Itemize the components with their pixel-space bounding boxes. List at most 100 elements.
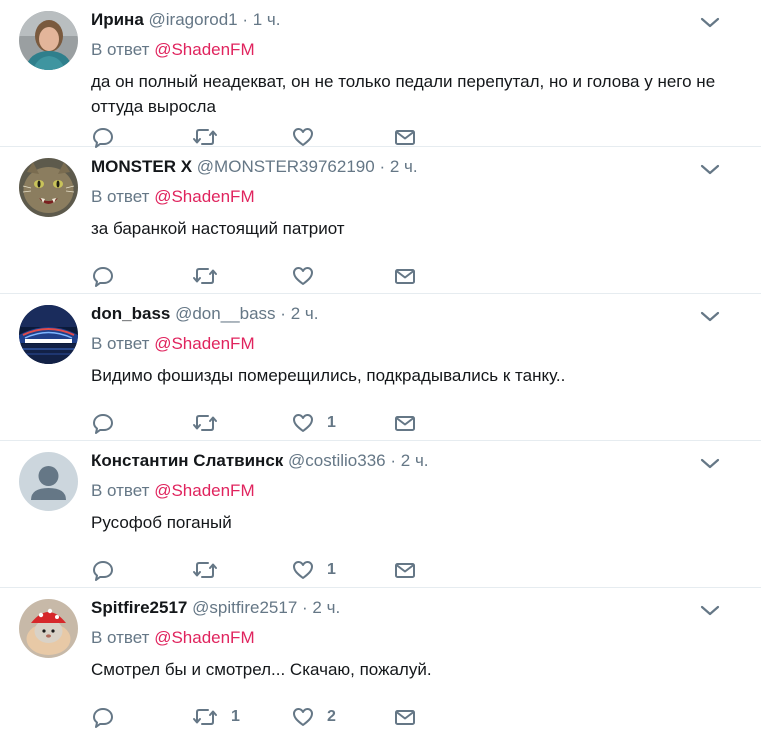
direct-message-button[interactable] [394,412,416,434]
avatar[interactable] [19,599,78,658]
reply-icon [92,559,114,581]
user-handle[interactable]: @MONSTER39762190 [197,157,375,176]
tweet-header: Ирина @iragorod1 · 1 ч. [91,9,281,31]
tweet-actions: 1 2 [92,706,422,728]
timestamp[interactable]: 1 ч. [253,10,281,29]
like-count: 1 [327,414,336,431]
reply-button[interactable] [92,559,114,581]
tweet[interactable]: Spitfire2517 @spitfire2517 · 2 ч. В отве… [0,588,761,735]
user-fullname[interactable]: Константин Слатвинск [91,451,283,470]
tweet-header: Spitfire2517 @spitfire2517 · 2 ч. [91,597,340,619]
reply-context: В ответ @ShadenFM [91,627,255,649]
reply-context: В ответ @ShadenFM [91,39,255,61]
like-button[interactable] [292,126,327,148]
reply-context: В ответ @ShadenFM [91,333,255,355]
envelope-icon [394,412,416,434]
chevron-down-icon[interactable] [699,161,721,179]
timestamp[interactable]: 2 ч. [312,598,340,617]
tweet-actions [92,126,422,148]
user-fullname[interactable]: don_bass [91,304,170,323]
timestamp[interactable]: 2 ч. [390,157,418,176]
tweet-text: за баранкой настоящий патриот [91,219,345,238]
retweet-button[interactable]: 1 [192,706,240,728]
heart-icon [292,412,314,434]
tweet-actions [92,265,422,287]
reply-prefix: В ответ [91,334,150,353]
direct-message-button[interactable] [394,706,416,728]
reply-icon [92,126,114,148]
avatar[interactable] [19,11,78,70]
reply-button[interactable] [92,412,114,434]
tweet[interactable]: Константин Слатвинск @costilio336 · 2 ч.… [0,441,761,588]
envelope-icon [394,706,416,728]
envelope-icon [394,559,416,581]
direct-message-button[interactable] [394,265,416,287]
retweet-icon [192,706,218,728]
direct-message-button[interactable] [394,126,416,148]
tweet-header: Константин Слатвинск @costilio336 · 2 ч. [91,450,429,472]
user-fullname[interactable]: Spitfire2517 [91,598,187,617]
chevron-down-icon[interactable] [699,602,721,620]
user-handle[interactable]: @don__bass [175,304,275,323]
retweet-button[interactable] [192,559,231,581]
avatar[interactable] [19,452,78,511]
reply-button[interactable] [92,706,114,728]
timestamp[interactable]: 2 ч. [401,451,429,470]
reply-icon [92,706,114,728]
separator-dot: · [390,451,397,470]
avatar[interactable] [19,305,78,364]
user-handle[interactable]: @spitfire2517 [192,598,297,617]
reply-button[interactable] [92,265,114,287]
retweet-icon [192,412,218,434]
separator-dot: · [280,304,286,323]
tweet-text: Видимо фошизды померещились, подкрадывал… [91,366,566,385]
retweet-button[interactable] [192,265,231,287]
reply-prefix: В ответ [91,40,150,59]
reply-prefix: В ответ [91,481,150,500]
user-fullname[interactable]: Ирина [91,10,144,29]
reply-mention-link[interactable]: @ShadenFM [154,481,254,500]
retweet-icon [192,559,218,581]
heart-icon [292,265,314,287]
reply-mention-link[interactable]: @ShadenFM [154,628,254,647]
retweet-count: 1 [231,708,240,725]
reply-mention-link[interactable]: @ShadenFM [154,40,254,59]
reply-mention-link[interactable]: @ShadenFM [154,334,254,353]
envelope-icon [394,265,416,287]
heart-icon [292,126,314,148]
reply-context: В ответ @ShadenFM [91,186,255,208]
retweet-button[interactable] [192,412,231,434]
tweet-header: don_bass @don__bass · 2 ч. [91,303,318,325]
heart-icon [292,559,314,581]
reply-button[interactable] [92,126,114,148]
chevron-down-icon[interactable] [699,455,721,473]
retweet-button[interactable] [192,126,231,148]
user-handle[interactable]: @iragorod1 [149,10,238,29]
like-count: 2 [327,708,336,725]
like-button[interactable]: 1 [292,559,336,581]
tweet[interactable]: don_bass @don__bass · 2 ч. В ответ @Shad… [0,294,761,441]
reply-icon [92,265,114,287]
like-button[interactable]: 1 [292,412,336,434]
reply-mention-link[interactable]: @ShadenFM [154,187,254,206]
direct-message-button[interactable] [394,559,416,581]
like-button[interactable] [292,265,327,287]
tweet-actions: 1 [92,412,422,434]
tweet-text: да он полный неадекват, он не только пед… [91,72,716,116]
separator-dot: · [379,157,386,176]
tweet[interactable]: MONSTER X @MONSTER39762190 · 2 ч. В отве… [0,147,761,294]
chevron-down-icon[interactable] [699,14,721,32]
user-handle[interactable]: @costilio336 [288,451,386,470]
like-count: 1 [327,561,336,578]
reply-feed: Ирина @iragorod1 · 1 ч. В ответ @ShadenF… [0,0,761,735]
reply-icon [92,412,114,434]
like-button[interactable]: 2 [292,706,336,728]
avatar[interactable] [19,158,78,217]
timestamp[interactable]: 2 ч. [291,304,319,323]
separator-dot: · [242,10,249,29]
chevron-down-icon[interactable] [699,308,721,326]
user-fullname[interactable]: MONSTER X [91,157,192,176]
reply-prefix: В ответ [91,628,150,647]
tweet[interactable]: Ирина @iragorod1 · 1 ч. В ответ @ShadenF… [0,0,761,148]
tweet-header: MONSTER X @MONSTER39762190 · 2 ч. [91,156,418,178]
